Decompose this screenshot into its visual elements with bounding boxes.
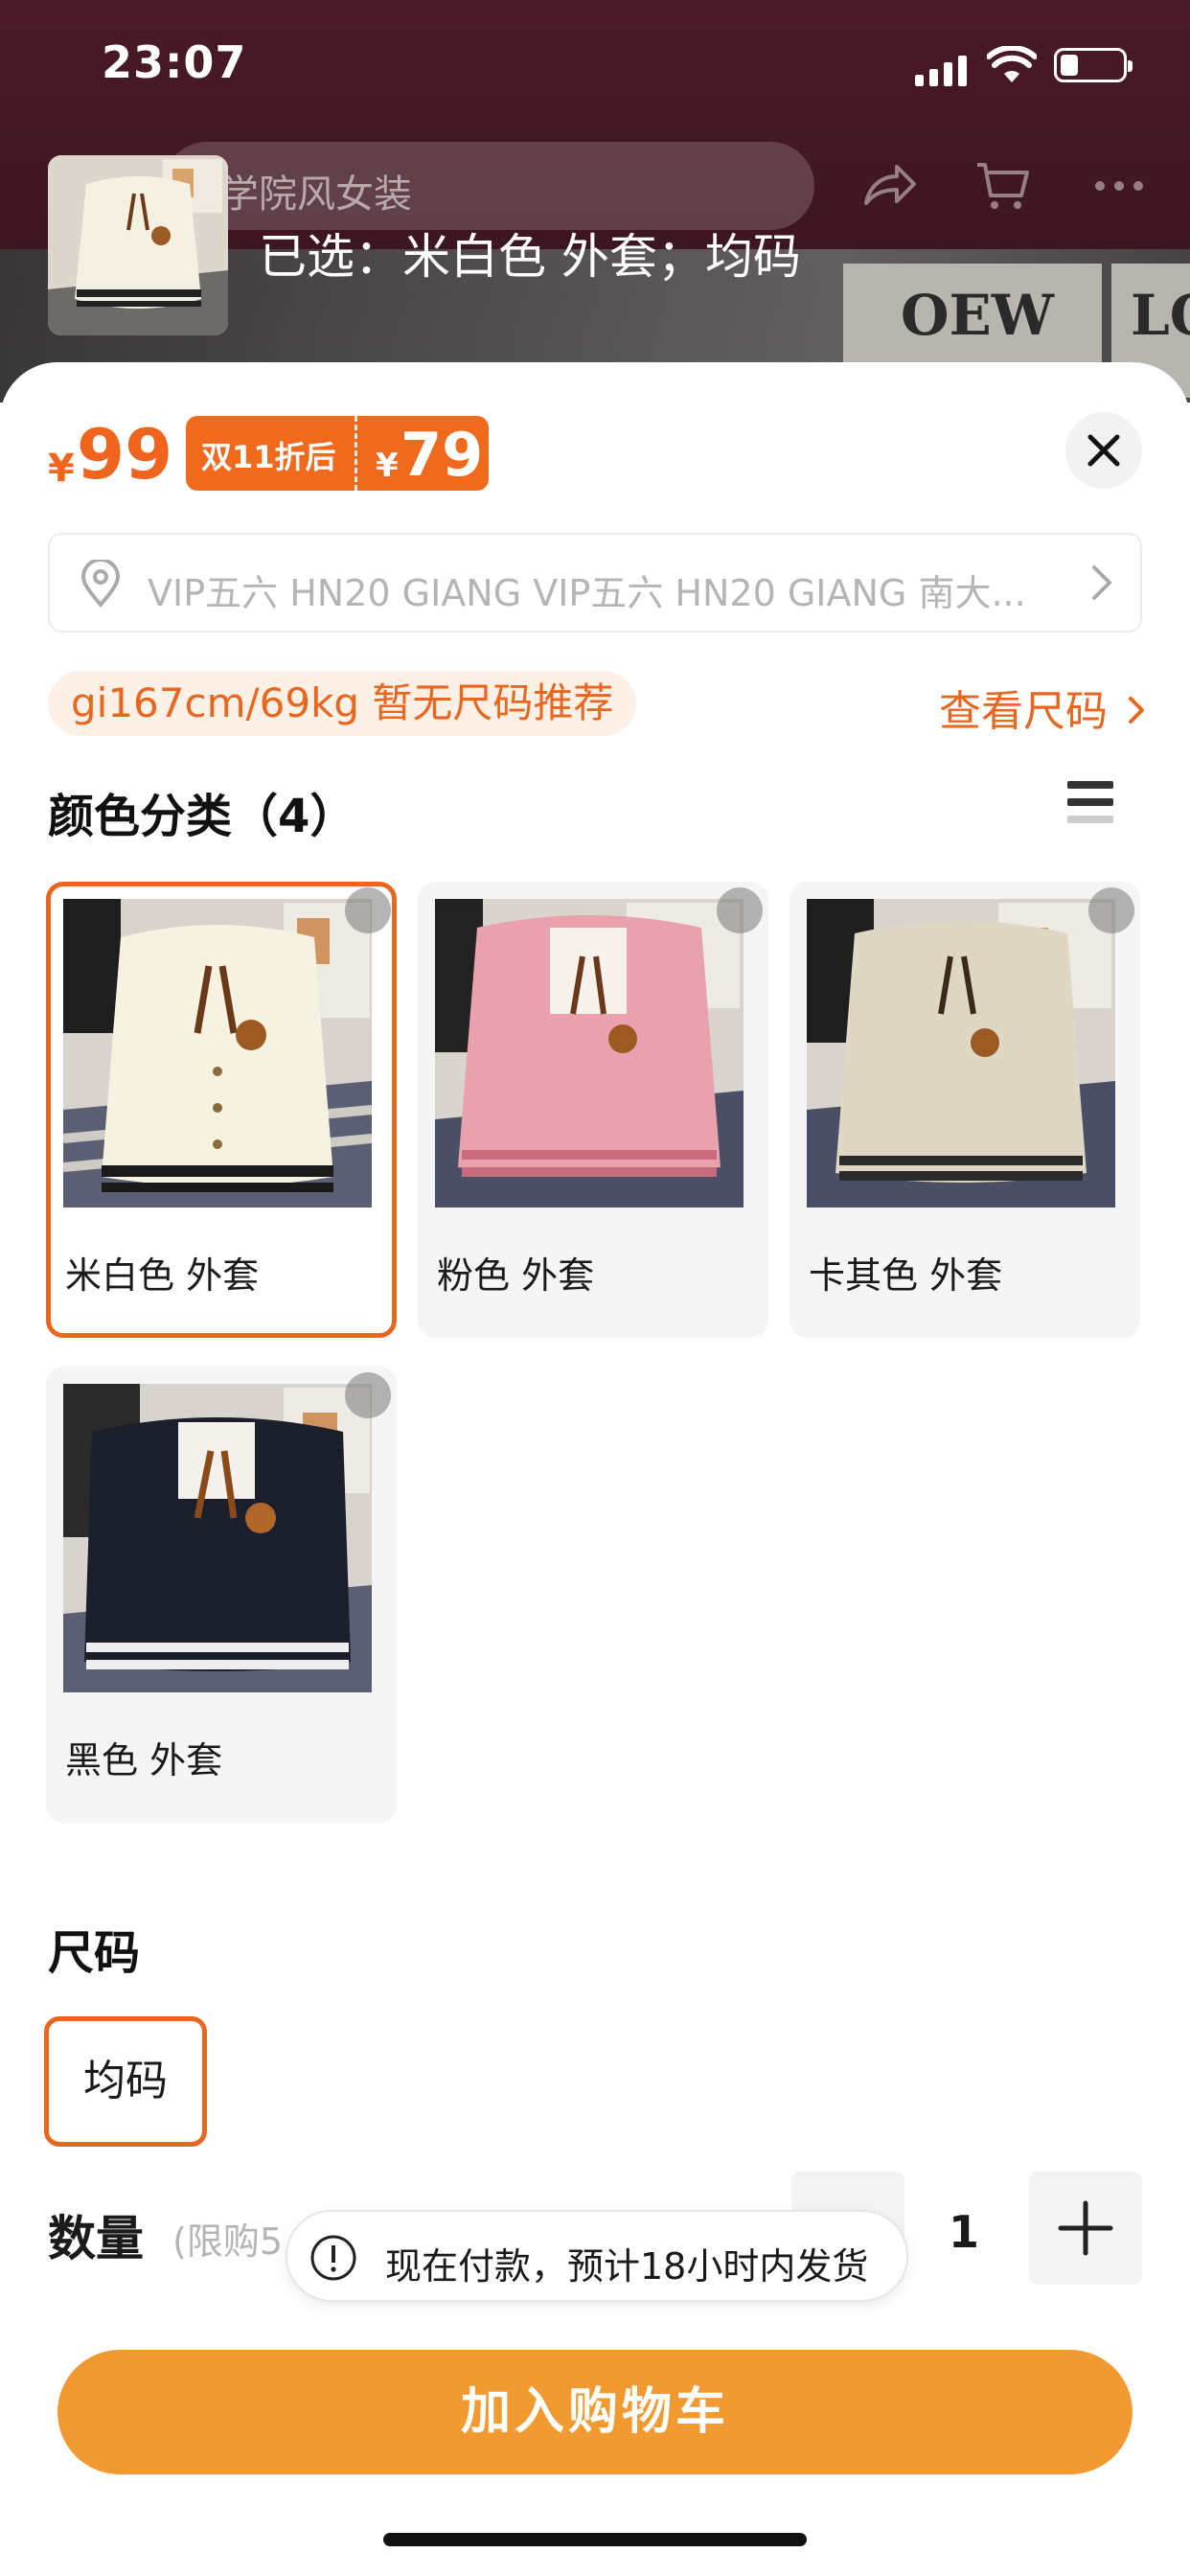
color-option-label: 黑色 外套	[65, 1739, 223, 1782]
color-option-label: 米白色 外套	[65, 1254, 260, 1297]
price-currency: ¥	[48, 447, 75, 491]
cart-icon[interactable]	[972, 155, 1033, 217]
product-image	[63, 899, 372, 1208]
product-image	[63, 1384, 372, 1692]
more-icon[interactable]	[1088, 155, 1150, 217]
location-icon	[80, 560, 121, 608]
home-indicator	[383, 2533, 807, 2546]
info-icon	[310, 2235, 356, 2281]
size-option-one-size[interactable]: 均码	[44, 2016, 207, 2147]
share-icon[interactable]	[858, 155, 920, 217]
add-to-cart-button[interactable]: 加入购物车	[57, 2350, 1133, 2474]
quantity-increase-button[interactable]	[1029, 2172, 1142, 2285]
promo-currency: ¥	[376, 447, 399, 485]
expand-icon[interactable]	[345, 887, 391, 933]
address-selector[interactable]: VIP五六 HN20 GIANG VIP五六 HN20 GIANG 南大...	[48, 533, 1142, 632]
size-section-title: 尺码	[48, 1926, 141, 1980]
size-guide-link[interactable]: 查看尺码	[939, 677, 1146, 738]
quantity-label: 数量	[48, 2211, 144, 2266]
expand-icon[interactable]	[345, 1372, 391, 1418]
wifi-icon	[987, 46, 1037, 82]
expand-icon[interactable]	[717, 887, 763, 933]
price-original: 99	[77, 414, 173, 494]
color-option-khaki[interactable]: 卡其色 外套	[790, 882, 1140, 1338]
selected-variant-text: 已选：米白色 外套；均码	[259, 229, 801, 285]
selected-product-thumbnail	[48, 155, 228, 335]
color-section-title: 颜色分类（4）	[48, 790, 356, 843]
list-view-toggle-icon[interactable]	[1067, 781, 1113, 833]
product-image	[807, 899, 1115, 1208]
promo-divider	[355, 416, 357, 491]
promo-label: 双11折后	[201, 439, 336, 475]
status-time: 23:07	[102, 36, 247, 88]
color-option-label: 卡其色 外套	[809, 1254, 1003, 1297]
toast-text: 现在付款，预计18小时内发货	[385, 2245, 869, 2288]
close-button[interactable]	[1065, 412, 1142, 489]
plus-icon	[1058, 2200, 1113, 2256]
promo-price: 79	[400, 420, 484, 490]
color-option-black[interactable]: 黑色 外套	[46, 1367, 397, 1823]
product-image	[435, 899, 744, 1208]
status-bar: 23:07	[0, 0, 1190, 125]
address-text: VIP五六 HN20 GIANG VIP五六 HN20 GIANG 南大...	[148, 572, 1026, 614]
color-option-pink[interactable]: 粉色 外套	[418, 882, 768, 1338]
quantity-limit: (限购5	[172, 2220, 284, 2263]
chevron-right-icon	[1129, 697, 1144, 724]
shipping-toast: 现在付款，预计18小时内发货	[286, 2210, 908, 2302]
promo-price-badge: 双11折后 ¥ 79	[186, 416, 489, 491]
size-guide-label: 查看尺码	[939, 687, 1108, 736]
close-icon	[1087, 434, 1120, 467]
search-placeholder: 学院风女装	[220, 172, 412, 217]
chevron-right-icon	[1092, 565, 1111, 600]
size-recommendation: gi167cm/69kg 暂无尺码推荐	[48, 671, 637, 736]
cellular-signal-icon	[915, 56, 967, 86]
quantity-value[interactable]: 1	[949, 2206, 979, 2258]
color-option-label: 粉色 外套	[437, 1254, 595, 1297]
expand-icon[interactable]	[1088, 887, 1134, 933]
battery-icon	[1054, 48, 1133, 82]
color-option-cream[interactable]: 米白色 外套	[46, 882, 397, 1338]
